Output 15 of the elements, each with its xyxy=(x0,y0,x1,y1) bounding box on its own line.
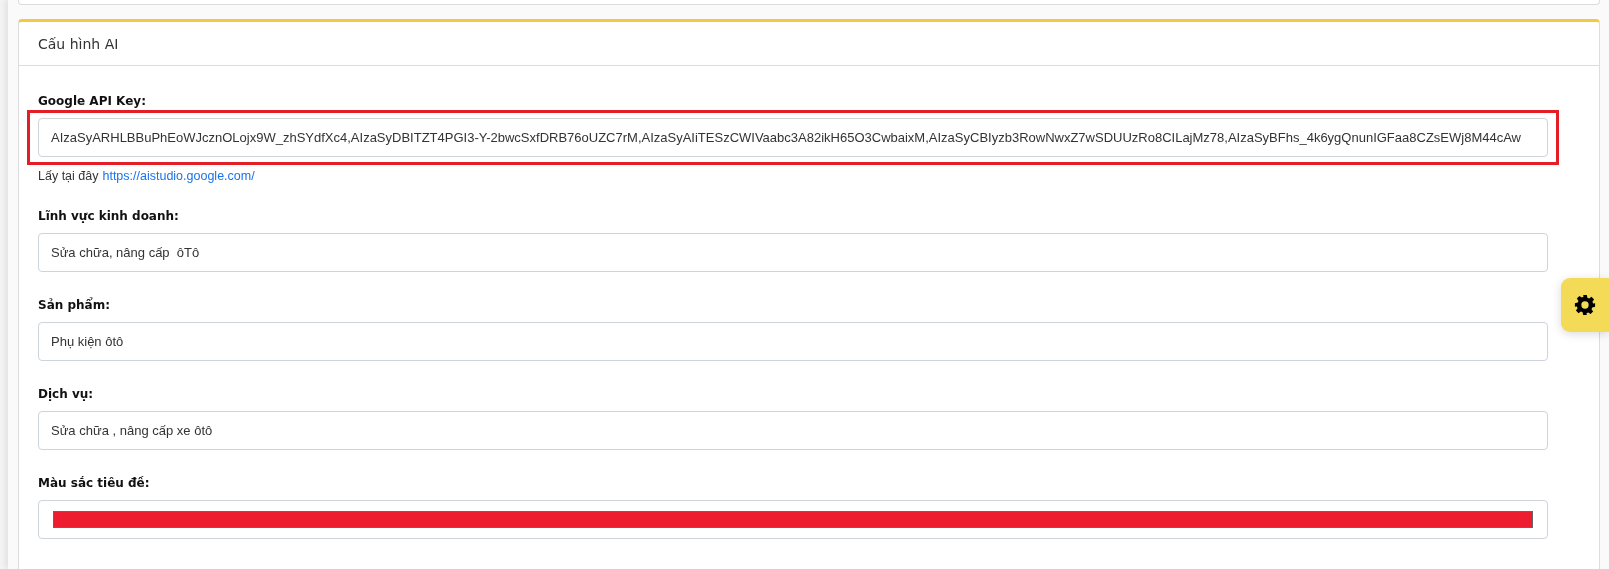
input-field[interactable]: Sửa chữa, nâng cấp ôTô xyxy=(38,233,1548,272)
gear-icon xyxy=(1574,294,1596,316)
input-field[interactable]: AIzaSyARHLBBuPhEoWJcznOLojx9W_zhSYdfXc4,AIzaSyDBITZT4PGI3-Y-2bwcSxfDRB76oUZC7rM,AIzaSyAIiTESzCWIVaabc3A82ikH65O3CwbaixM,AIzaSyCBIyzb3RowNwxZ7wSDUUzRo8CILajMz78,AIzaSyBFhs_4k6ygQnunIGFaa8CZsEWj8M44cAw xyxy=(38,118,1548,157)
field-label: Dịch vụ: xyxy=(38,387,94,401)
settings-button[interactable] xyxy=(1561,278,1609,332)
color-picker[interactable] xyxy=(38,500,1548,539)
field-label: Lĩnh vực kinh doanh: xyxy=(38,209,179,223)
help-text: Lấy tại đây xyxy=(38,169,99,183)
input-field[interactable]: Sửa chữa , nâng cấp xe ôtô xyxy=(38,411,1548,450)
input-field[interactable]: Phụ kiện ôtô xyxy=(38,322,1548,361)
field-label: Màu sắc tiêu đề: xyxy=(38,476,150,490)
card-title: Cấu hình AI xyxy=(38,35,119,52)
field-label: Google API Key: xyxy=(38,94,146,108)
field-label: Sản phẩm: xyxy=(38,298,110,312)
help-link[interactable]: https://aistudio.google.com/ xyxy=(102,169,255,183)
